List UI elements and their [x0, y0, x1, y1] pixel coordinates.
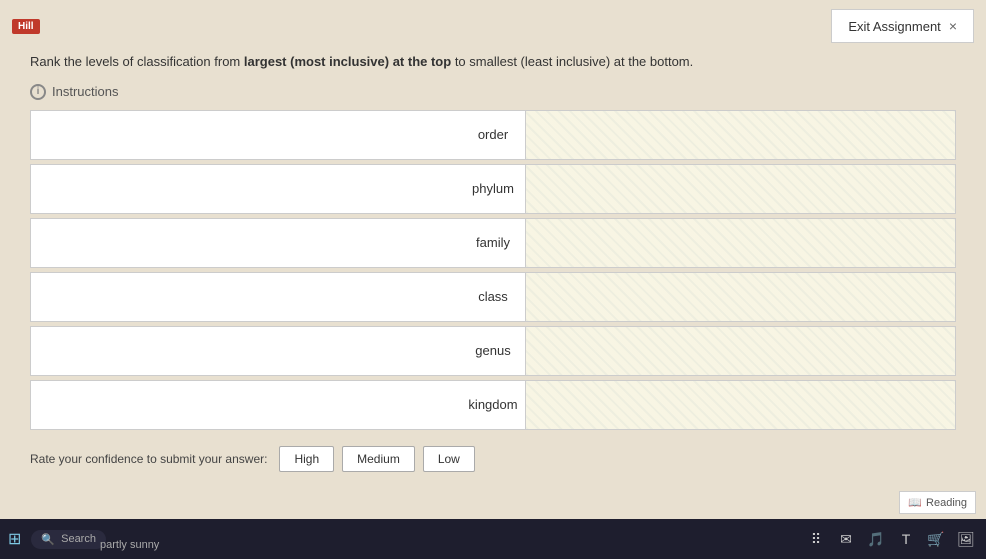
drag-row-row-phylum[interactable]: phylum	[30, 164, 956, 214]
taskbar: ⊞ 🔍 Search ⠿ ✉ 🎵 T 🛒 🖼 partly sunny	[0, 519, 986, 559]
row-right-zone	[525, 327, 955, 375]
weather-label: partly sunny	[100, 539, 159, 551]
search-bar[interactable]: 🔍 Search	[31, 530, 106, 549]
row-right-zone	[525, 273, 955, 321]
search-label: Search	[61, 533, 96, 545]
taskbar-icon-store[interactable]: 🛒	[924, 527, 948, 551]
row-right-zone	[525, 219, 955, 267]
info-icon: i	[30, 84, 46, 100]
taskbar-icon-apps[interactable]: ⠿	[804, 527, 828, 551]
main-content: Rank the levels of classification from l…	[0, 52, 986, 440]
confidence-medium-button[interactable]: Medium	[342, 446, 415, 472]
row-label: genus	[475, 343, 510, 358]
drag-rows-container: order phylum family class genus	[30, 110, 956, 430]
top-bar: Hill Exit Assignment ×	[0, 0, 986, 52]
reading-badge: 📖 Reading	[899, 491, 976, 514]
bottom-bar: Rate your confidence to submit your answ…	[0, 440, 986, 478]
confidence-high-button[interactable]: High	[279, 446, 334, 472]
row-right-zone	[525, 165, 955, 213]
row-left-zone: family	[31, 219, 525, 267]
row-label: kingdom	[468, 397, 517, 412]
row-label: family	[476, 235, 510, 250]
exit-assignment-button[interactable]: Exit Assignment ×	[831, 9, 974, 43]
confidence-low-button[interactable]: Low	[423, 446, 475, 472]
instruction-bold: largest (most inclusive) at the top	[244, 54, 451, 69]
drag-row-row-class[interactable]: class	[30, 272, 956, 322]
drag-row-row-order[interactable]: order	[30, 110, 956, 160]
hill-badge: Hill	[12, 19, 40, 34]
drag-row-row-family[interactable]: family	[30, 218, 956, 268]
search-icon: 🔍	[41, 533, 55, 546]
row-left-zone: kingdom	[31, 381, 525, 429]
instruction-prefix: Rank the levels of classification from	[30, 54, 244, 69]
taskbar-icon-teams[interactable]: T	[894, 527, 918, 551]
drag-row-row-kingdom[interactable]: kingdom	[30, 380, 956, 430]
row-label: class	[478, 289, 508, 304]
taskbar-icon-mail[interactable]: ✉	[834, 527, 858, 551]
row-label: phylum	[472, 181, 514, 196]
row-right-zone	[525, 111, 955, 159]
exit-assignment-label: Exit Assignment	[848, 19, 941, 34]
taskbar-icon-music[interactable]: 🎵	[864, 527, 888, 551]
row-left-zone: phylum	[31, 165, 525, 213]
row-left-zone: order	[31, 111, 525, 159]
row-label: order	[478, 127, 508, 142]
instructions-label: Instructions	[52, 84, 118, 99]
instructions-link[interactable]: i Instructions	[30, 84, 956, 100]
taskbar-icons: ⠿ ✉ 🎵 T 🛒 🖼	[804, 527, 978, 551]
instruction-text: Rank the levels of classification from l…	[30, 52, 956, 72]
windows-icon[interactable]: ⊞	[8, 529, 21, 549]
taskbar-icon-photos[interactable]: 🖼	[954, 527, 978, 551]
row-right-zone	[525, 381, 955, 429]
taskbar-start: ⊞	[8, 529, 25, 549]
close-icon: ×	[949, 18, 957, 34]
row-left-zone: class	[31, 273, 525, 321]
instruction-suffix: to smallest (least inclusive) at the bot…	[451, 54, 693, 69]
reading-icon: 📖	[908, 496, 922, 509]
confidence-label: Rate your confidence to submit your answ…	[30, 452, 267, 466]
row-left-zone: genus	[31, 327, 525, 375]
drag-row-row-genus[interactable]: genus	[30, 326, 956, 376]
reading-label: Reading	[926, 497, 967, 509]
